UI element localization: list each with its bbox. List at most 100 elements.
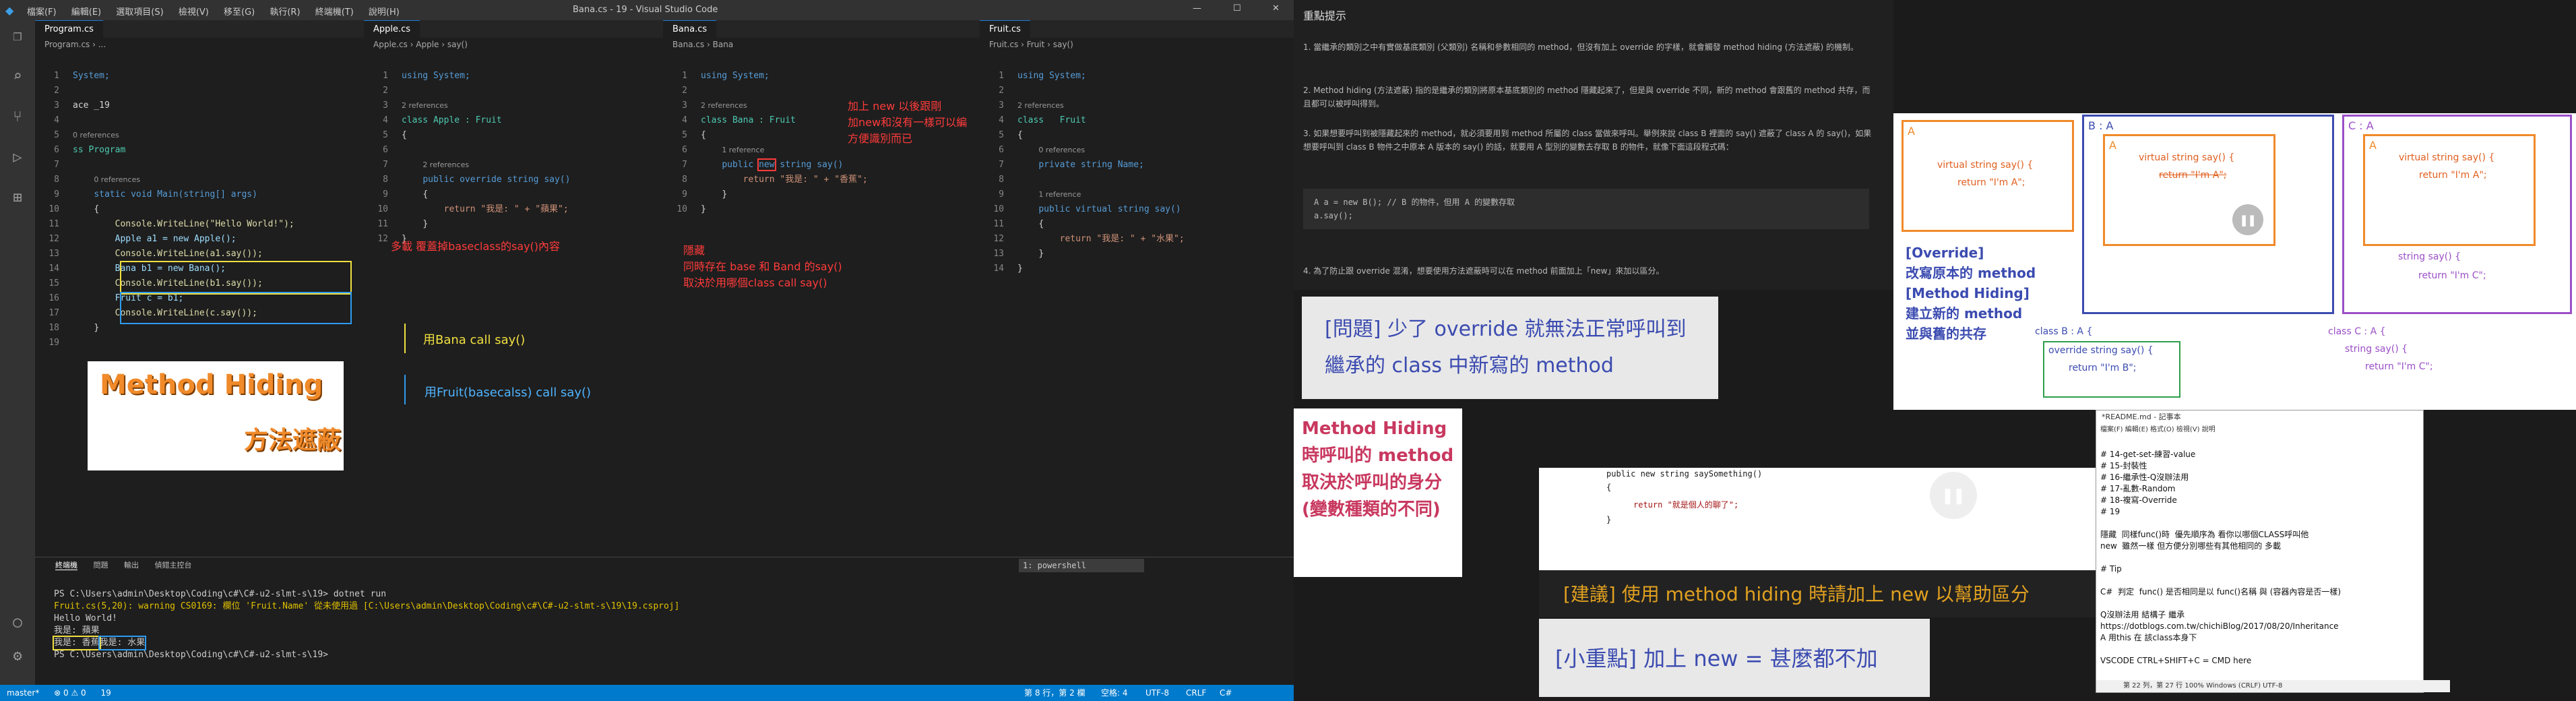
breadcrumb[interactable]: Bana.cs › Bana [663,38,980,51]
terminal-line: PS C:\Users\admin\Desktop\Coding\c#\C#-u… [54,589,387,599]
problems-indicator[interactable]: ⊗ 0 ⚠ 0 [54,688,86,698]
codelens[interactable]: 2 references [1017,101,1064,110]
codelens[interactable]: 1 reference [1038,190,1081,199]
codelens[interactable]: 2 references [402,101,448,110]
menu-file[interactable]: 檔案(F) [27,5,57,18]
notepad-text[interactable]: # 14-get-set-練習-value # 15-封裝性 # 16-繼承性-Q沒… [2096,436,2423,691]
menu-help[interactable]: 說明(H) [369,5,400,18]
eol[interactable]: CRLF [1186,685,1206,701]
slides-area: 重點提示 1. 當繼承的類別之中有實做基底類別 (父類別) 名稱和參數相同的 m… [1294,0,2576,701]
menu-terminal[interactable]: 終端機(T) [315,5,354,18]
panel-tab-terminal[interactable]: 終端機 [55,561,77,570]
class-a-return: return "I'm A"; [1957,177,2025,188]
notepad-line: Q沒辦法用 結構子 繼承 [2100,610,2185,619]
inner-a-return: return "I'm A"; [2159,170,2227,181]
breadcrumb[interactable]: Program.cs › ... [35,38,364,51]
codelens[interactable]: 0 references [94,175,140,184]
code-keyword: public [722,160,754,170]
maximize-icon[interactable]: ☐ [1233,3,1241,13]
terminal-line: 我是: 水果 [98,636,147,650]
notepad-line: VSCODE CTRL+SHIFT+C = CMD here [2100,656,2252,665]
notepad-menu[interactable]: 檔案(F) 編輯(E) 格式(O) 檢視(V) 說明 [2096,424,2423,436]
panel-tab-debug-console[interactable]: 偵錯主控台 [155,561,192,570]
run-debug-icon[interactable]: ▷ [8,148,27,167]
class-a-label: A [1908,125,1915,138]
notes-title: 重點提示 [1303,9,1347,22]
editor-pane-bana: Bana.cs Bana.cs › Bana 1 using System; 2 3 2… [663,20,980,557]
notepad-line: # 16-繼承性-Q沒辦法用 [2100,473,2189,482]
method-hiding-subtitle: 方法遮蔽 [244,427,342,454]
code-editor[interactable]: 1 using System; 2 3 2 references 4 class Bana … [663,51,980,247]
source-control-icon[interactable]: ⑂ [8,108,27,127]
tab-apple[interactable]: Apple.cs [364,20,420,38]
menu-run[interactable]: 執行(R) [270,5,300,18]
encoding[interactable]: UTF-8 [1145,685,1169,701]
notes-p4: 4. 為了防止跟 override 混淆，想要使用方法遮蔽時可以在 method… [1303,266,1664,276]
notepad-line [2100,518,2419,529]
close-icon[interactable]: ✕ [1272,3,1280,13]
extensions-icon[interactable]: ⊞ [8,189,27,208]
minimize-icon[interactable]: — [1193,3,1201,13]
code-line: { [422,189,429,200]
pause-icon[interactable]: ❚❚ [2232,204,2263,235]
notepad-line: # 18-複寫-Override [2100,495,2177,505]
menu-view[interactable]: 檢視(V) [179,5,209,18]
breadcrumb[interactable]: Fruit.cs › Fruit › say() [980,38,1294,51]
codelens[interactable]: 1 reference [722,146,764,154]
branch-indicator[interactable]: master* [7,688,39,698]
indent-setting[interactable]: 空格: 4 [1101,685,1128,701]
tab-bar: Program.cs [35,20,364,38]
tab-fruit[interactable]: Fruit.cs [980,20,1030,38]
explorer-icon[interactable]: ❐ [8,27,27,46]
override-label: [Override] [1906,245,1984,261]
code-editor[interactable]: 1 System; 2 3 ace _19 4 5 0 references 6 ss Progr… [35,51,364,380]
folder-count[interactable]: 19 [101,688,111,698]
notes-code-line: A a = new B(); // B 的物件，但用 A 的變數存取 [1314,197,1515,207]
notepad-line: # 17-亂數-Random [2100,484,2176,493]
suggestion-text: [建議] 使用 method hiding 時請加上 new 以幫助區分 [1563,583,2030,605]
breadcrumb[interactable]: Apple.cs › Apple › say() [364,38,663,51]
class-c-label: C : A [2348,119,2374,132]
shell-select[interactable]: 1: powershell [1019,559,1144,572]
class-c-say: string say() { [2345,344,2408,355]
fruit-call-highlight [120,292,352,324]
code-line: using System; [402,71,470,81]
code-line: } [422,219,429,229]
menu-bar: 檔案(F) 編輯(E) 選取項目(S) 檢視(V) 移至(G) 執行(R) 終端… [27,5,412,18]
notepad-line [2100,644,2419,655]
code-line: return "我是: " + "水果"; [1059,234,1185,244]
tab-program[interactable]: Program.cs [35,20,103,38]
pause-icon[interactable]: ❚❚ [1930,472,1977,519]
notepad-line: https://dotblogs.com.tw/chichiBlog/2017/… [2100,621,2339,631]
code-line: class Apple : Fruit [402,115,502,125]
code-line: using System; [701,71,769,81]
cursor-position[interactable]: 第 8 行，第 2 欄 [1024,685,1086,701]
account-icon[interactable]: ◯ [8,613,27,632]
codelens[interactable]: 0 references [73,131,119,140]
inner-a-return: return "I'm A"; [2419,170,2487,181]
new-keyword: new [757,158,776,171]
search-icon[interactable]: ⌕ [8,67,27,86]
language-mode[interactable]: C# [1220,685,1232,701]
code-line: ace _19 [73,100,110,111]
code-editor[interactable]: 1 using System; 2 3 2 references 4 class Fruit… [980,51,1294,306]
notes-code: A a = new B(); // B 的物件，但用 A 的變數存取 a.say… [1303,189,1869,229]
codelens[interactable]: 2 references [422,160,469,169]
add-new-note: 加上 new 以後跟剛 加new和沒有一樣可以編 方便識別而已 [848,98,968,147]
menu-edit[interactable]: 編輯(E) [71,5,101,18]
code-line: return "我是: " + "蘋果"; [443,204,569,214]
codelens[interactable]: 0 references [1038,146,1085,154]
notepad-line [2100,575,2419,586]
terminal-output[interactable]: PS C:\Users\admin\Desktop\Coding\c#\C#-u… [35,574,1294,685]
notepad-line: A 用this 在 該class本身下 [2100,633,2197,642]
panel-tab-problems[interactable]: 問題 [94,561,108,570]
settings-gear-icon[interactable]: ⚙ [8,647,27,666]
codelens[interactable]: 2 references [701,101,747,110]
panel-tab-output[interactable]: 輸出 [124,561,139,570]
editor-pane-fruit: Fruit.cs Fruit.cs › Fruit › say() 1 using… [980,20,1294,557]
menu-go[interactable]: 移至(G) [224,5,255,18]
class-b-label: B : A [2088,119,2114,132]
menu-selection[interactable]: 選取項目(S) [116,5,163,18]
tab-bana[interactable]: Bana.cs [663,20,717,38]
class-b-box: B : A A virtual string say() { return "I… [2082,115,2334,314]
